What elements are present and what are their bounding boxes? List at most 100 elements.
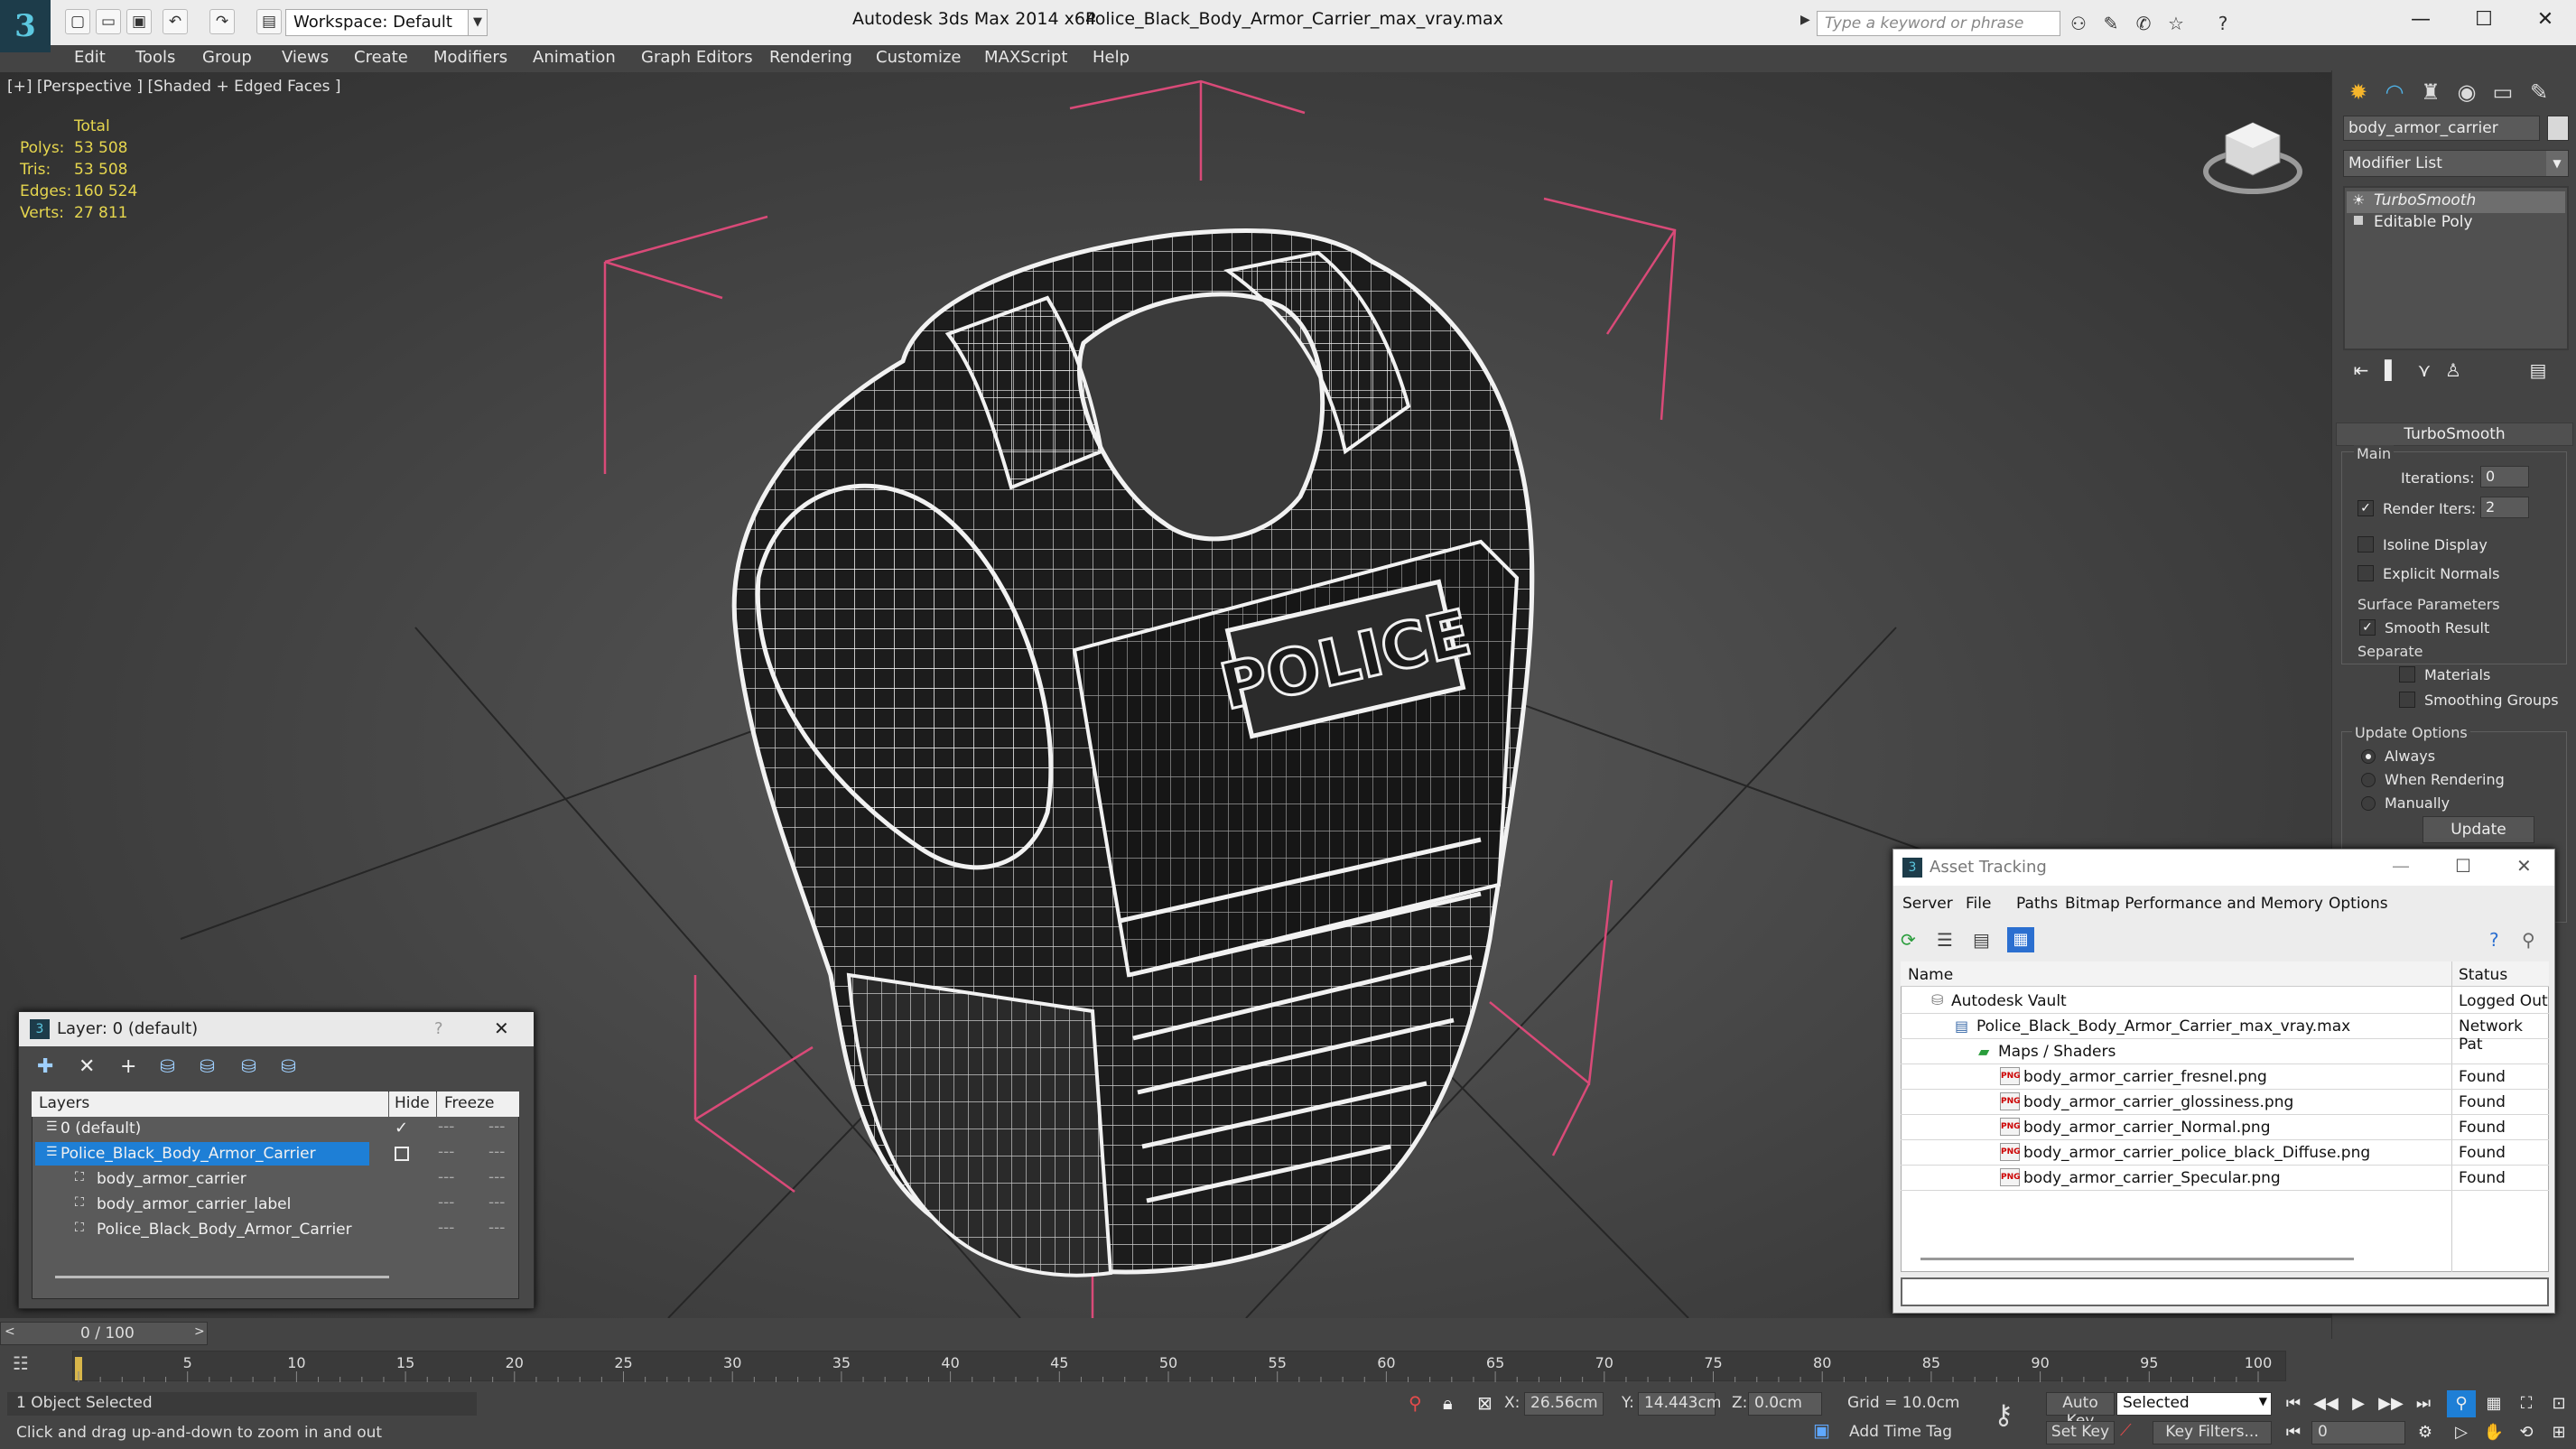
horizontal-scrollbar[interactable]: [55, 1276, 389, 1278]
search-expand-icon[interactable]: ▶: [1800, 13, 1810, 27]
layer-row[interactable]: ☰ 0 (default) ✓ --- ---: [32, 1117, 519, 1142]
tree-view-icon[interactable]: ▤: [1973, 929, 1990, 951]
maximize-icon[interactable]: ☐: [2455, 855, 2471, 877]
active-layer-box-icon[interactable]: [395, 1147, 409, 1161]
track-bar[interactable]: 5 10 15 20 25 30 35 40 45 50 55 60 65 70 75 80 85 90 95 100: [72, 1351, 2286, 1382]
menu-bitmap-performance[interactable]: Bitmap Performance and Memory: [2065, 895, 2323, 913]
hide-toggle[interactable]: ---: [438, 1194, 454, 1212]
go-to-start-icon[interactable]: ⏮: [2279, 1390, 2308, 1417]
table-row[interactable]: PNG body_armor_carrier_Normal.png Found: [1901, 1115, 2549, 1140]
binoculars-icon[interactable]: ⚇: [2066, 11, 2091, 36]
select-objects-icon[interactable]: ⛁: [160, 1055, 175, 1077]
col-layers[interactable]: Layers: [32, 1091, 388, 1117]
freeze-toggle[interactable]: ---: [488, 1143, 505, 1161]
menu-create[interactable]: Create: [354, 48, 408, 67]
horizontal-scrollbar[interactable]: [1920, 1258, 2354, 1260]
search-input[interactable]: Type a keyword or phrase: [1817, 11, 2060, 36]
materials-checkbox[interactable]: [2399, 666, 2415, 683]
turbosmooth-rollout-header[interactable]: TurboSmooth: [2336, 423, 2573, 446]
next-key-icon[interactable]: ▶▶: [2376, 1390, 2405, 1417]
subscription-icon[interactable]: ✎: [2098, 11, 2124, 36]
menu-customize[interactable]: Customize: [876, 48, 961, 67]
active-layer-check-icon[interactable]: ✓: [395, 1119, 408, 1138]
help-icon[interactable]: ?: [434, 1019, 443, 1038]
layer-row[interactable]: ⛶ body_armor_carrier_label --- ---: [32, 1193, 519, 1218]
utilities-tab-icon[interactable]: ✎: [2522, 76, 2556, 108]
stack-item-turbosmooth[interactable]: ☀ TurboSmooth: [2347, 191, 2565, 213]
chevron-down-icon[interactable]: ▼: [468, 9, 488, 36]
app-logo-icon[interactable]: 3: [0, 0, 51, 52]
z-coordinate-field[interactable]: 0.0cm: [1748, 1392, 1822, 1416]
freeze-toggle[interactable]: ---: [488, 1194, 505, 1212]
col-name[interactable]: Name: [1908, 966, 1953, 984]
display-tab-icon[interactable]: ▭: [2486, 76, 2520, 108]
next-frame-icon[interactable]: >: [194, 1324, 205, 1339]
open-file-icon[interactable]: ▭: [96, 9, 121, 34]
pin-icon[interactable]: ⚲: [2522, 929, 2535, 951]
x-coordinate-field[interactable]: 26.56cm: [1524, 1392, 1604, 1416]
new-file-icon[interactable]: ▢: [65, 9, 90, 34]
hierarchy-tab-icon[interactable]: ♜: [2413, 76, 2448, 108]
render-iters-checkbox[interactable]: ✓: [2357, 500, 2374, 516]
zoom-all-icon[interactable]: ▦: [2479, 1390, 2508, 1417]
delete-layer-icon[interactable]: ✕: [79, 1055, 95, 1078]
minimize-icon[interactable]: —: [2392, 855, 2410, 877]
menu-paths[interactable]: Paths: [2016, 895, 2058, 913]
help-icon[interactable]: ?: [2210, 11, 2236, 36]
stack-item-editable-poly[interactable]: Editable Poly: [2347, 213, 2565, 235]
list-view-icon[interactable]: ☰: [1937, 929, 1953, 951]
time-tag-icon[interactable]: ▣: [1813, 1419, 1830, 1441]
menu-help[interactable]: Help: [1093, 48, 1130, 67]
menu-file[interactable]: File: [1966, 895, 1991, 913]
chevron-down-icon[interactable]: ▼: [2259, 1395, 2267, 1407]
min-max-toggle-icon[interactable]: ⊞: [2544, 1419, 2573, 1446]
table-row[interactable]: PNG body_armor_carrier_police_black_Diff…: [1901, 1140, 2549, 1166]
highlight-layer-icon[interactable]: ⛁: [200, 1055, 215, 1077]
show-end-result-icon[interactable]: ▌: [2379, 358, 2404, 383]
previous-key-icon[interactable]: ◀◀: [2311, 1390, 2340, 1417]
close-icon[interactable]: ✕: [2514, 0, 2576, 42]
menu-views[interactable]: Views: [282, 48, 329, 67]
favorites-star-icon[interactable]: ☆: [2163, 11, 2189, 36]
light-bulb-icon[interactable]: ☀: [2352, 191, 2365, 209]
viewcube-icon[interactable]: [2203, 116, 2302, 197]
key-mode-icon[interactable]: ⏮: [2279, 1419, 2308, 1446]
menu-group[interactable]: Group: [202, 48, 252, 67]
refresh-icon[interactable]: ⟳: [1901, 929, 1916, 951]
close-icon[interactable]: ✕: [494, 1017, 509, 1039]
path-field[interactable]: [1901, 1277, 2549, 1306]
time-slider[interactable]: < 0 / 100 >: [0, 1322, 208, 1345]
workspace-select[interactable]: Workspace: Default: [285, 9, 471, 36]
key-filters-button[interactable]: Key Filters...: [2153, 1421, 2272, 1444]
modifier-list-select[interactable]: Modifier List ▼: [2343, 150, 2569, 177]
menu-edit[interactable]: Edit: [74, 48, 106, 67]
current-frame-field[interactable]: 0: [2311, 1421, 2405, 1444]
when-rendering-radio[interactable]: [2361, 773, 2376, 787]
always-radio[interactable]: [2361, 749, 2376, 764]
time-config-icon[interactable]: ⚙: [2411, 1419, 2440, 1446]
minimize-icon[interactable]: —: [2389, 0, 2452, 42]
layer-row[interactable]: ☰ Police_Black_Body_Armor_Carrier --- --…: [32, 1142, 519, 1167]
hide-all-icon[interactable]: ⛁: [241, 1055, 256, 1077]
pin-stack-icon[interactable]: ⇤: [2348, 358, 2374, 383]
render-iters-spinner[interactable]: 2: [2480, 497, 2529, 518]
object-name-field[interactable]: body_armor_carrier: [2343, 116, 2540, 141]
key-set-select[interactable]: Selected ▼: [2116, 1392, 2272, 1416]
curve-editor-icon[interactable]: ☷: [13, 1352, 29, 1374]
save-file-icon[interactable]: ▣: [126, 9, 152, 34]
undo-icon[interactable]: ↶: [163, 9, 188, 34]
layer-row[interactable]: ⛶ Police_Black_Body_Armor_Carrier --- --…: [32, 1218, 519, 1243]
maximize-viewport-icon[interactable]: ⊡: [2544, 1390, 2573, 1417]
absolute-mode-icon[interactable]: ⊠: [1477, 1392, 1493, 1414]
hide-toggle[interactable]: ---: [438, 1143, 454, 1161]
lock-icon[interactable]: 🔒︎: [1443, 1392, 1453, 1414]
menu-graph-editors[interactable]: Graph Editors: [641, 48, 753, 67]
prev-frame-icon[interactable]: <: [5, 1324, 15, 1339]
menu-modifiers[interactable]: Modifiers: [433, 48, 507, 67]
smooth-result-checkbox[interactable]: ✓: [2359, 619, 2376, 636]
auto-key-button[interactable]: Auto Key: [2046, 1392, 2115, 1430]
hide-toggle[interactable]: ---: [438, 1118, 454, 1136]
asset-dialog-titlebar[interactable]: 3 Asset Tracking — ☐ ✕: [1893, 850, 2554, 886]
explicit-normals-checkbox[interactable]: [2357, 565, 2374, 581]
menu-maxscript[interactable]: MAXScript: [984, 48, 1067, 67]
